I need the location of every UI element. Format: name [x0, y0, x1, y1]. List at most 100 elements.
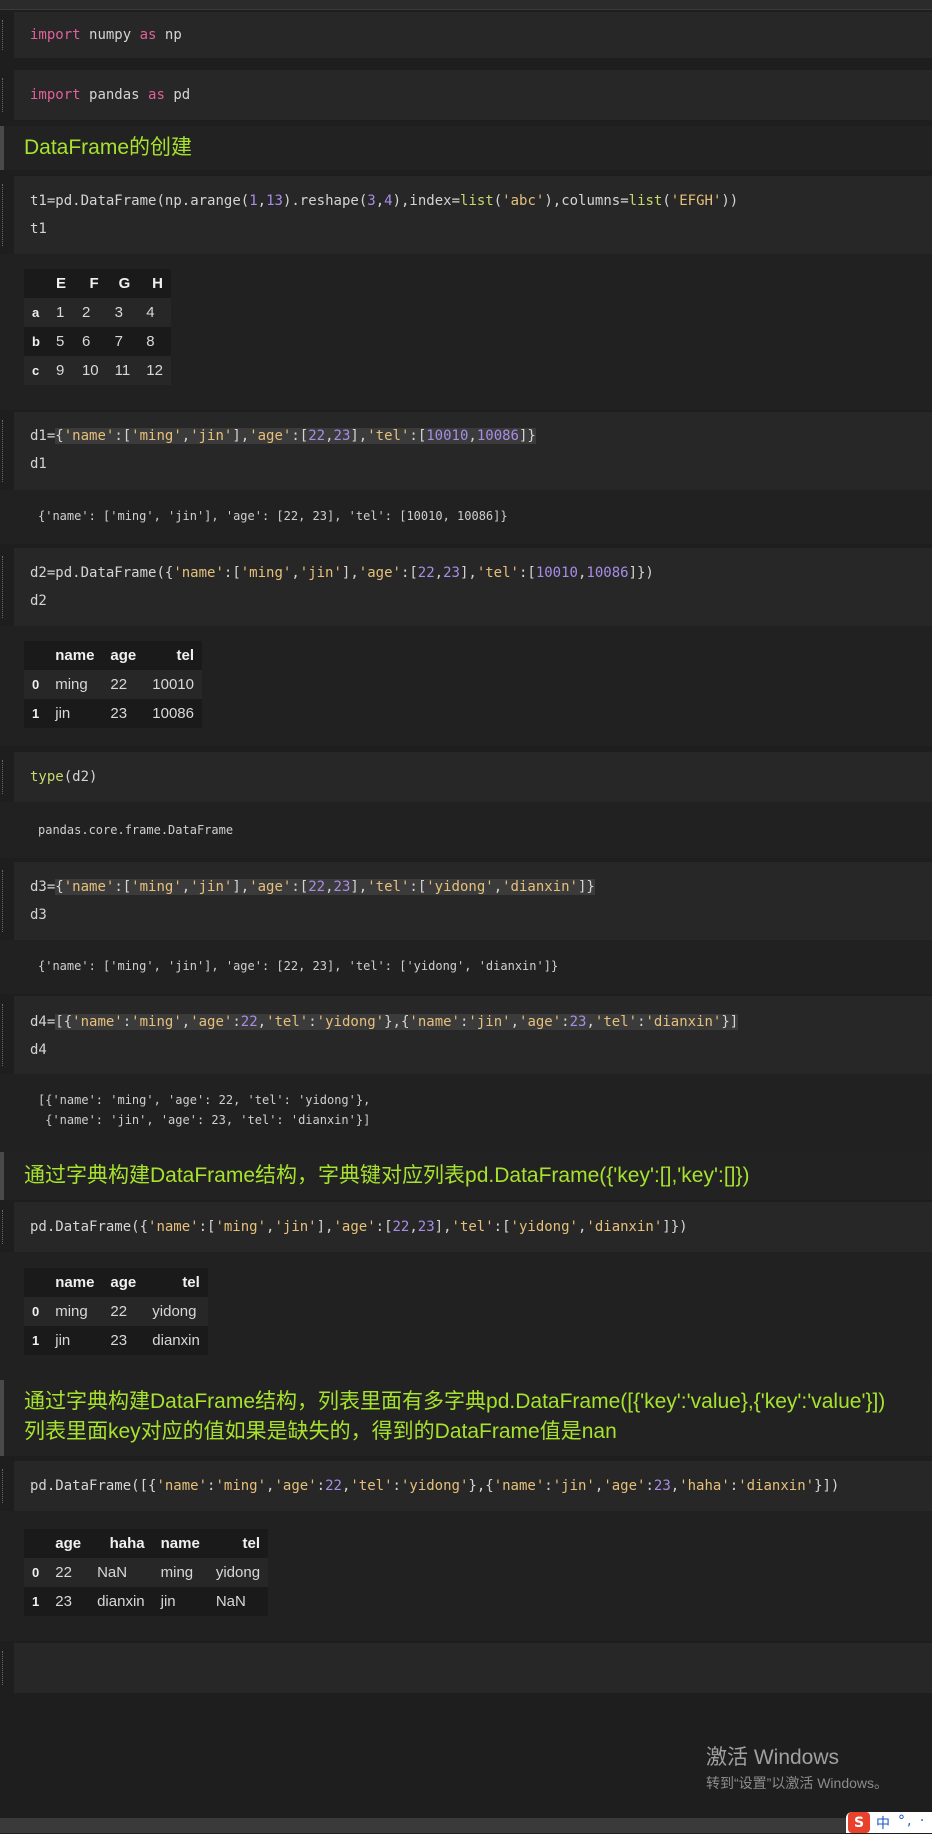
- table-cell: 12: [146, 362, 163, 379]
- output-cell: {'name': ['ming', 'jin'], 'age': [22, 23…: [0, 940, 932, 994]
- table-cell: 6: [81, 333, 91, 350]
- markdown-cell[interactable]: 通过字典构建DataFrame结构，列表里面有多字典pd.DataFrame([…: [0, 1380, 932, 1456]
- code-line[interactable]: d4=[{'name':'ming','age':22,'tel':'yidon…: [30, 1008, 739, 1036]
- code-line[interactable]: d4: [30, 1036, 738, 1064]
- table-cell: jin: [55, 705, 71, 722]
- ime-punctuation-icon[interactable]: °, ·: [898, 1813, 926, 1829]
- table-cell: 2: [81, 304, 91, 321]
- dataframe-table: age haha name tel 0 22 NaN ming yidong 1 23 dianxin…: [24, 1529, 269, 1616]
- code-source[interactable]: d1={'name':['ming','jin'],'age':[22,23],…: [30, 422, 536, 478]
- code-line[interactable]: d3={'name':['ming','jin'],'age':[22,23],…: [30, 873, 595, 901]
- code-cell[interactable]: d4=[{'name':'ming','age':22,'tel':'yidon…: [0, 996, 932, 1074]
- code-source[interactable]: d2=pd.DataFrame({'name':['ming','jin'],'…: [30, 559, 654, 615]
- code-source[interactable]: import pandas as pd: [30, 81, 190, 109]
- empty-code-cell[interactable]: [0, 1643, 932, 1693]
- code-line[interactable]: import numpy as np: [30, 21, 182, 49]
- cell-gutter: [2, 1004, 13, 1066]
- table-row: c 9 10 11 12: [24, 356, 171, 385]
- column-header: age: [110, 1274, 137, 1291]
- code-cell[interactable]: d3={'name':['ming','jin'],'age':[22,23],…: [0, 862, 932, 940]
- code-cell[interactable]: pd.DataFrame([{'name':'ming','age':22,'t…: [0, 1461, 932, 1511]
- sogou-logo-icon[interactable]: S: [848, 1812, 870, 1833]
- code-source[interactable]: t1=pd.DataFrame(np.arange(1,13).reshape(…: [30, 187, 738, 243]
- cell-gutter: [2, 1469, 13, 1503]
- table-row: 0 ming 22 10010: [24, 670, 202, 699]
- output-text: {'name': ['ming', 'jin'], 'age': [22, 23…: [38, 956, 558, 976]
- output-line: {'name': 'jin', 'age': 23, 'tel': 'dianx…: [38, 1113, 371, 1127]
- code-cell[interactable]: pd.DataFrame({'name':['ming','jin'],'age…: [0, 1202, 932, 1252]
- cell-gutter: [2, 870, 13, 932]
- table-cell: 23: [110, 1332, 128, 1349]
- windows-activation-watermark: 激活 Windows 转到“设置”以激活 Windows。: [706, 1744, 888, 1794]
- column-header: H: [152, 275, 163, 292]
- markdown-cell[interactable]: DataFrame的创建: [0, 126, 932, 170]
- column-header: [24, 269, 48, 298]
- code-source[interactable]: type(d2): [30, 763, 97, 791]
- output-text: pandas.core.frame.DataFrame: [38, 820, 233, 840]
- column-header: E: [55, 275, 66, 292]
- table-cell: 23: [110, 705, 128, 722]
- code-line[interactable]: pd.DataFrame([{'name':'ming','age':22,'t…: [30, 1472, 839, 1500]
- output-cell: name age tel 0 ming 22 10010 1 jin 23 10086: [0, 626, 932, 746]
- ime-mode-label[interactable]: 中: [876, 1813, 890, 1833]
- code-line[interactable]: d1: [30, 450, 536, 478]
- table-cell: 3: [114, 304, 123, 321]
- code-cell[interactable]: t1=pd.DataFrame(np.arange(1,13).reshape(…: [0, 176, 932, 254]
- column-header: [24, 1268, 47, 1297]
- code-line[interactable]: d2=pd.DataFrame({'name':['ming','jin'],'…: [30, 559, 654, 587]
- table-header-row: age haha name tel: [24, 1529, 268, 1558]
- output-cell: {'name': ['ming', 'jin'], 'age': [22, 23…: [0, 490, 932, 544]
- table-cell: 22: [110, 676, 128, 693]
- column-header: [24, 641, 47, 670]
- code-source[interactable]: d4=[{'name':'ming','age':22,'tel':'yidon…: [30, 1008, 739, 1064]
- cell-gutter: [2, 1651, 13, 1685]
- output-line: [{'name': 'ming', 'age': 22, 'tel': 'yid…: [38, 1093, 371, 1107]
- watermark-title: 激活 Windows: [706, 1746, 840, 1769]
- output-cell: name age tel 0 ming 22 yidong 1 jin 23 dianxin: [0, 1252, 932, 1382]
- markdown-cell[interactable]: 通过字典构建DataFrame结构，字典键对应列表pd.DataFrame({'…: [0, 1152, 932, 1200]
- code-cell[interactable]: import numpy as np: [0, 12, 932, 58]
- table-cell: 7: [114, 333, 123, 350]
- code-line[interactable]: d3: [30, 901, 595, 929]
- row-index: 1: [32, 1333, 40, 1348]
- table-cell: 11: [114, 362, 131, 379]
- cell-gutter: [2, 760, 13, 794]
- markdown-heading: 通过字典构建DataFrame结构，字典键对应列表pd.DataFrame({'…: [24, 1164, 750, 1187]
- code-cell[interactable]: type(d2): [0, 752, 932, 802]
- code-line[interactable]: pd.DataFrame({'name':['ming','jin'],'age…: [30, 1213, 688, 1241]
- code-source[interactable]: d3={'name':['ming','jin'],'age':[22,23],…: [30, 873, 595, 929]
- column-header: F: [89, 275, 99, 292]
- code-cell[interactable]: d2=pd.DataFrame({'name':['ming','jin'],'…: [0, 548, 932, 626]
- column-header: age: [55, 1535, 82, 1552]
- code-line[interactable]: import pandas as pd: [30, 81, 190, 109]
- table-cell: ming: [55, 676, 88, 693]
- row-index: b: [32, 334, 40, 349]
- code-line[interactable]: type(d2): [30, 763, 97, 791]
- output-cell: age haha name tel 0 22 NaN ming yidong 1 23 dianxin…: [0, 1511, 932, 1641]
- code-source[interactable]: import numpy as np: [30, 21, 182, 49]
- code-cell[interactable]: d1={'name':['ming','jin'],'age':[22,23],…: [0, 412, 932, 490]
- code-cell[interactable]: import pandas as pd: [0, 70, 932, 120]
- cell-gutter: [2, 78, 13, 112]
- column-header: G: [118, 275, 131, 292]
- top-scroll-strip: [0, 0, 932, 10]
- cell-gutter: [2, 556, 13, 618]
- table-cell: yidong: [215, 1564, 261, 1581]
- table-cell: NaN: [215, 1593, 246, 1610]
- table-cell: 1: [55, 304, 65, 321]
- table-row: 0 22 NaN ming yidong: [24, 1558, 269, 1587]
- code-line[interactable]: d1={'name':['ming','jin'],'age':[22,23],…: [30, 422, 536, 450]
- code-line[interactable]: t1: [30, 215, 738, 243]
- code-line[interactable]: d2: [30, 587, 654, 615]
- ime-toolbar[interactable]: S 中 °, ·: [846, 1812, 932, 1833]
- table-cell: dianxin: [152, 1332, 200, 1349]
- code-line[interactable]: t1=pd.DataFrame(np.arange(1,13).reshape(…: [30, 187, 738, 215]
- table-cell: dianxin: [97, 1593, 145, 1610]
- table-cell: 22: [55, 1564, 72, 1581]
- code-source[interactable]: pd.DataFrame([{'name':'ming','age':22,'t…: [30, 1472, 839, 1500]
- code-source[interactable]: pd.DataFrame({'name':['ming','jin'],'age…: [30, 1213, 688, 1241]
- bottom-scroll-strip: [0, 1818, 932, 1833]
- column-header: name: [55, 647, 95, 664]
- column-header: tel: [182, 1274, 200, 1291]
- table-cell: jin: [55, 1332, 71, 1349]
